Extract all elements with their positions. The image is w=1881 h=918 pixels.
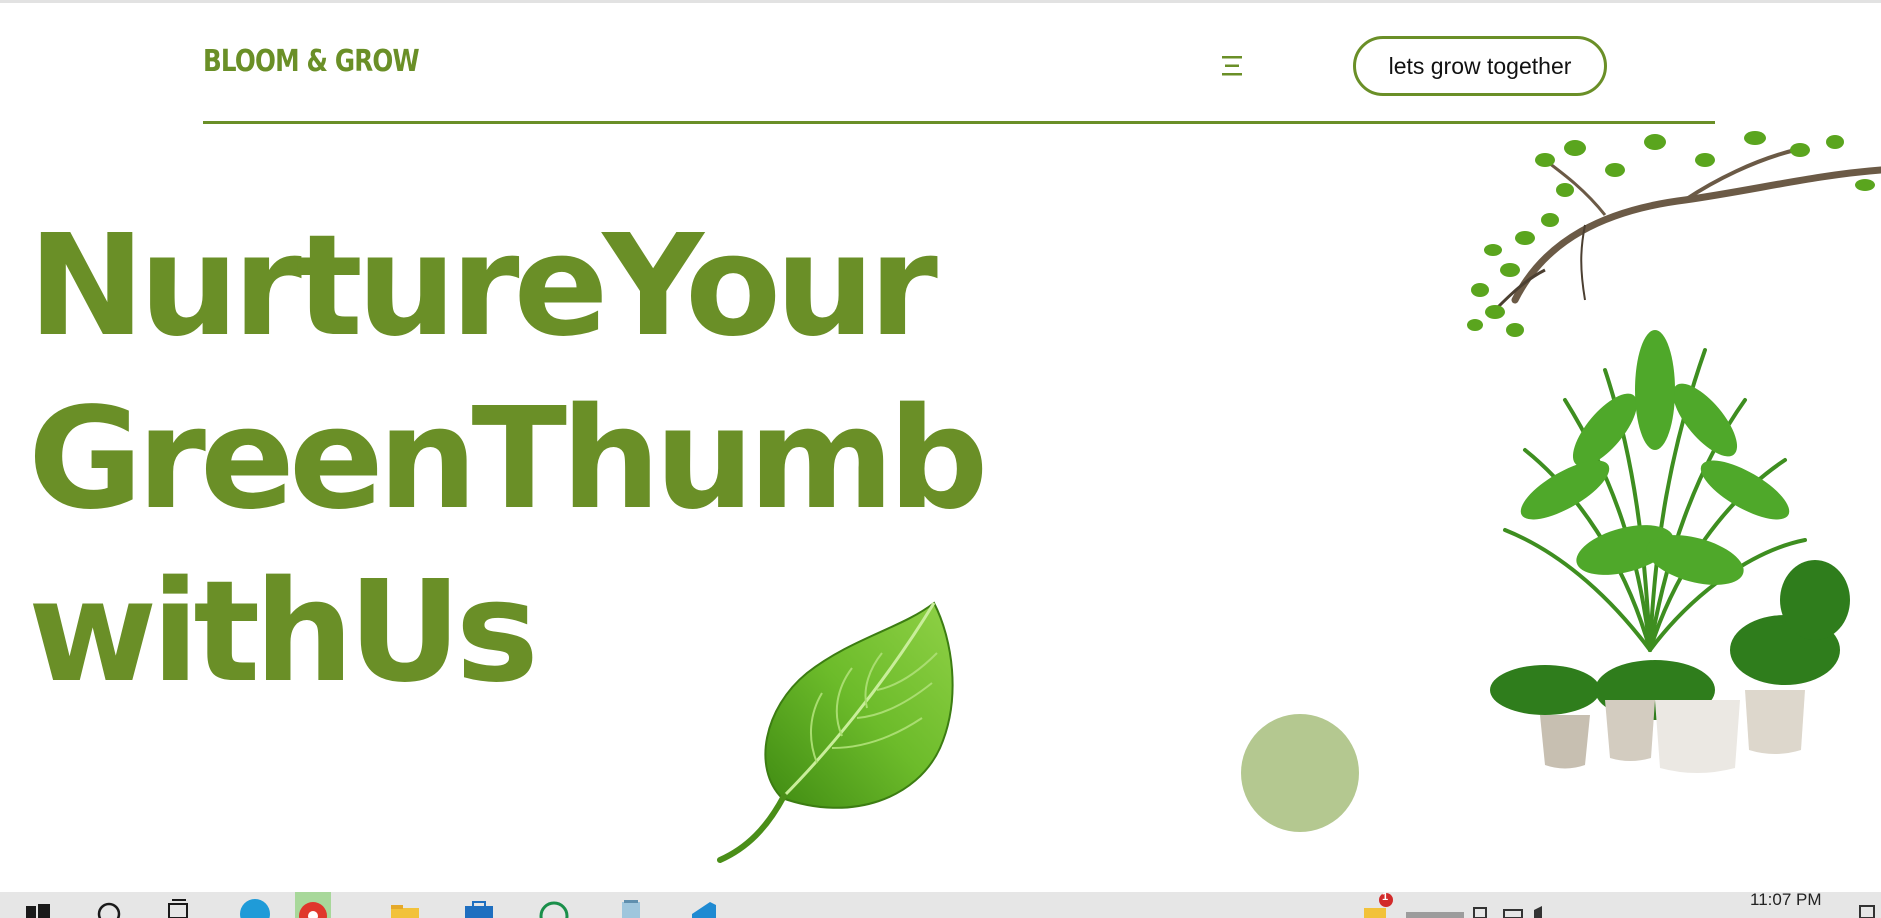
notepad-glyph	[622, 900, 640, 918]
search-glyph	[97, 902, 121, 918]
brand-logo[interactable]: BLOOM & GROW	[203, 44, 420, 79]
green-leaf-illustration	[717, 601, 954, 863]
file-explorer-icon[interactable]	[388, 892, 422, 918]
browser-top-edge	[0, 0, 1881, 3]
notepad-icon[interactable]	[614, 892, 648, 918]
search-icon[interactable]	[94, 892, 124, 918]
store-icon[interactable]	[462, 892, 496, 918]
windows-taskbar: 1 11:07 PM	[0, 892, 1881, 918]
chrome-glyph	[299, 902, 327, 918]
folder-glyph	[391, 905, 419, 918]
tray-icons[interactable]	[1404, 892, 1564, 918]
header-divider	[203, 121, 1715, 124]
hamburger-menu-icon[interactable]	[1217, 54, 1247, 78]
headline-line-2: GreenThumb	[28, 378, 988, 541]
folder-tray-icon[interactable]	[1360, 892, 1400, 918]
vscode-glyph	[692, 902, 716, 918]
lets-grow-together-button[interactable]: lets grow together	[1353, 36, 1607, 96]
windows-start-icon[interactable]	[22, 892, 52, 918]
potted-plants-illustration	[1467, 131, 1881, 773]
vscode-icon[interactable]	[686, 892, 720, 918]
decorative-circle	[1241, 714, 1359, 832]
store-glyph	[465, 901, 493, 918]
headline-line-1: NurtureYour	[28, 205, 938, 368]
notification-badge-count: 1	[1382, 892, 1389, 903]
task-view-icon[interactable]	[164, 892, 194, 918]
hamburger-menu-glyph	[1222, 56, 1242, 76]
edge-glyph	[240, 899, 270, 918]
windows-logo-glyph	[26, 904, 50, 918]
edge-browser-icon[interactable]	[238, 892, 272, 918]
whatsapp-icon[interactable]	[537, 892, 571, 918]
taskbar-clock[interactable]: 11:07 PM	[1750, 892, 1822, 910]
whatsapp-glyph	[539, 901, 569, 918]
notification-center-icon[interactable]	[1857, 892, 1877, 918]
chrome-browser-icon[interactable]	[295, 892, 331, 918]
system-tray: 1	[1360, 892, 1760, 918]
task-view-glyph	[168, 899, 188, 918]
